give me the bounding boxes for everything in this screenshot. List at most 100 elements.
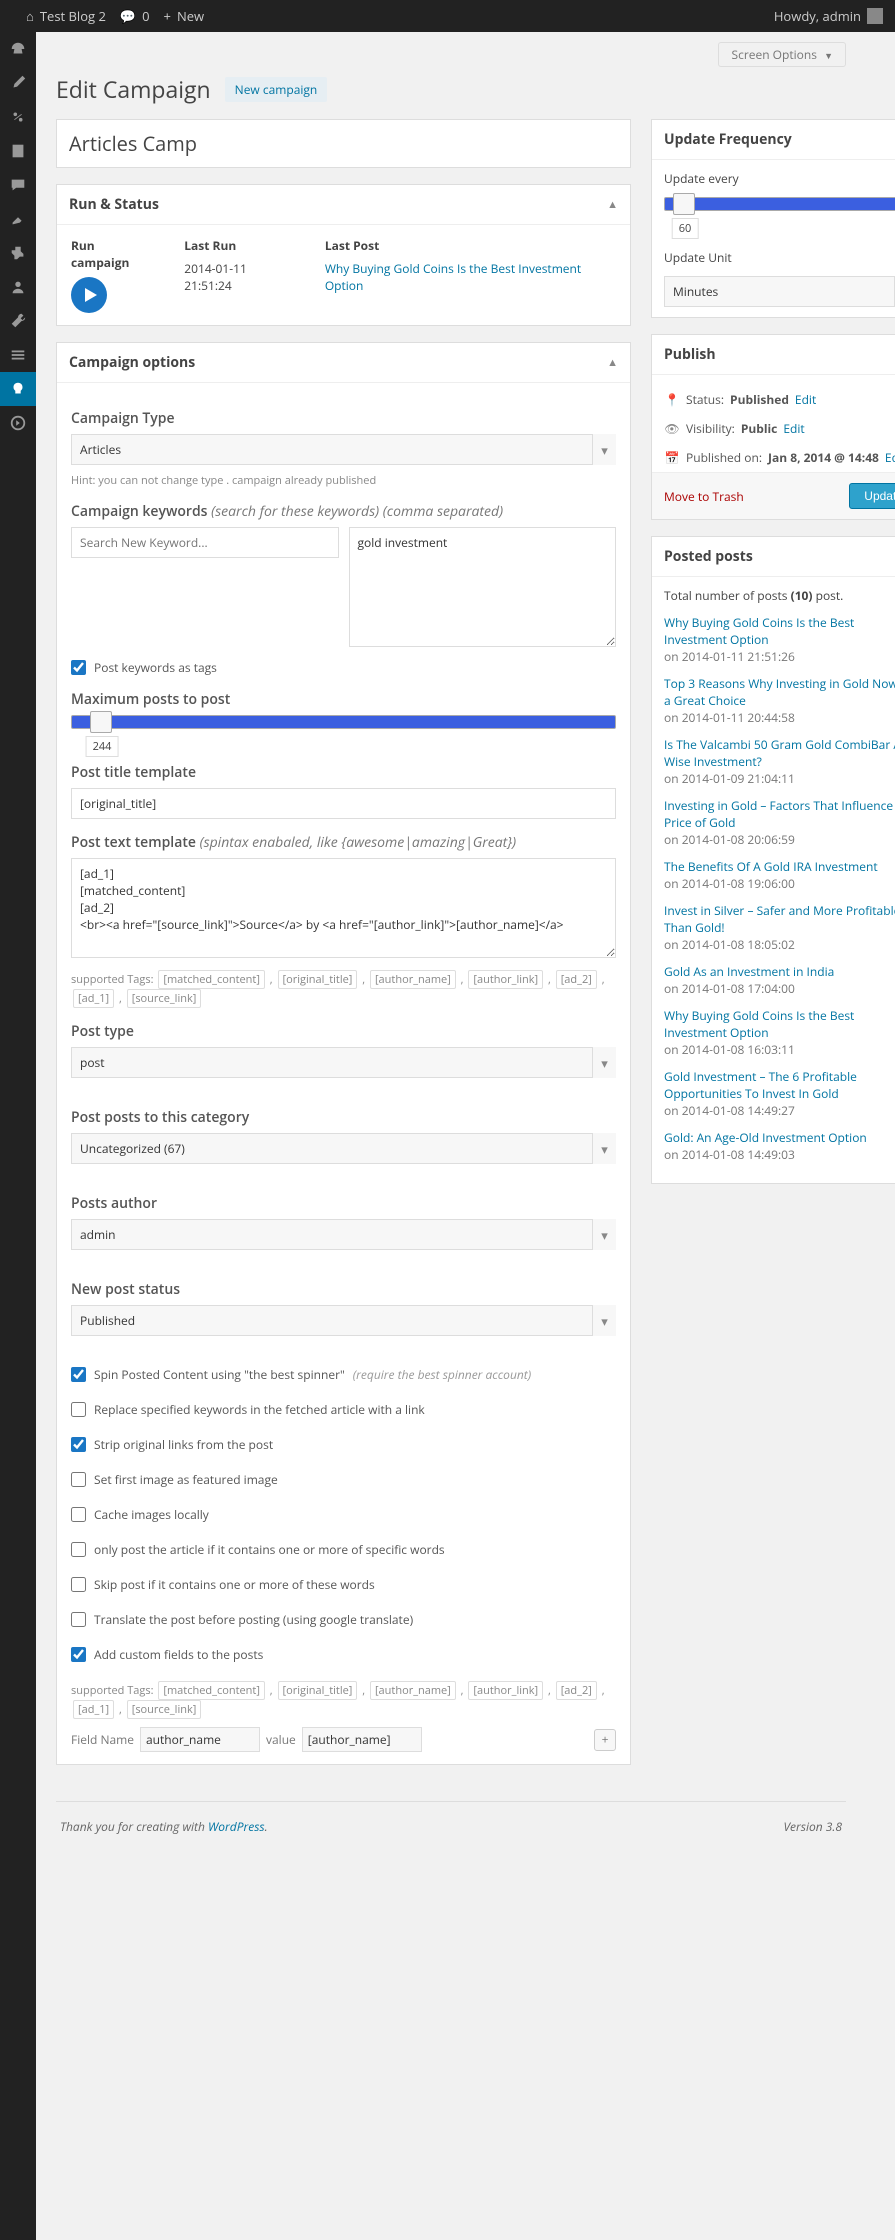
- tag-chip[interactable]: [source_link]: [127, 1700, 202, 1719]
- update-unit-select[interactable]: Minutes ▾: [664, 276, 895, 307]
- category-select[interactable]: Uncategorized (67) ▾: [71, 1133, 616, 1164]
- cf-field-name-input[interactable]: [140, 1727, 260, 1752]
- edit-status-link[interactable]: Edit: [795, 391, 816, 408]
- cache-label: Cache images locally: [94, 1506, 209, 1523]
- account-link[interactable]: Howdy, admin: [774, 0, 883, 32]
- menu-plugins-icon[interactable]: [0, 236, 36, 270]
- customfields-checkbox[interactable]: Add custom fields to the posts: [71, 1646, 616, 1663]
- menu-media-icon[interactable]: [0, 100, 36, 134]
- run-status-heading[interactable]: Run & Status ▲: [57, 185, 630, 225]
- cf-value-input[interactable]: [302, 1727, 422, 1752]
- menu-collapse-icon[interactable]: [0, 406, 36, 440]
- text-template-input[interactable]: [ad_1] [matched_content] [ad_2] <br><a h…: [71, 858, 616, 958]
- cache-input[interactable]: [71, 1507, 86, 1522]
- campaign-title-input[interactable]: Articles Camp: [56, 119, 631, 168]
- wordpress-link[interactable]: WordPress: [208, 1818, 265, 1835]
- tag-chip[interactable]: [source_link]: [127, 989, 202, 1008]
- tag-chip[interactable]: [original_title]: [278, 1681, 358, 1700]
- replace-input[interactable]: [71, 1402, 86, 1417]
- skip-input[interactable]: [71, 1577, 86, 1592]
- publish-box: Publish ▲ 📍 Status: Published Edit 👁 Vis…: [651, 334, 895, 520]
- post-keywords-tags-label: Post keywords as tags: [94, 659, 217, 676]
- skip-checkbox[interactable]: Skip post if it contains one or more of …: [71, 1576, 616, 1593]
- onlypost-checkbox[interactable]: only post the article if it contains one…: [71, 1541, 616, 1558]
- add-custom-field-button[interactable]: +: [594, 1729, 616, 1751]
- posted-post-link[interactable]: Gold As an Investment in India: [664, 963, 834, 980]
- strip-input[interactable]: [71, 1437, 86, 1452]
- menu-tools-icon[interactable]: [0, 304, 36, 338]
- edit-date-link[interactable]: Edit: [885, 449, 895, 466]
- translate-checkbox[interactable]: Translate the post before posting (using…: [71, 1611, 616, 1628]
- posted-post-link[interactable]: Gold: An Age-Old Investment Option: [664, 1129, 867, 1146]
- menu-settings-icon[interactable]: [0, 338, 36, 372]
- site-link[interactable]: ⌂ Test Blog 2: [26, 0, 106, 32]
- cache-checkbox[interactable]: Cache images locally: [71, 1506, 616, 1523]
- posted-post-link[interactable]: Invest in Silver – Safer and More Profit…: [664, 902, 895, 936]
- howdy-text: Howdy, admin: [774, 0, 861, 32]
- tag-chip[interactable]: [matched_content]: [158, 1681, 265, 1700]
- spin-checkbox[interactable]: Spin Posted Content using "the best spin…: [71, 1366, 616, 1383]
- posted-posts-heading[interactable]: Posted posts ▲: [652, 537, 895, 577]
- posted-post-link[interactable]: Gold Investment – The 6 Profitable Oppor…: [664, 1068, 857, 1102]
- posted-post-link[interactable]: Why Buying Gold Coins Is the Best Invest…: [664, 614, 854, 648]
- keyword-search-input[interactable]: [71, 527, 339, 558]
- slider-handle[interactable]: [90, 711, 112, 733]
- featured-input[interactable]: [71, 1472, 86, 1487]
- post-keywords-tags-checkbox[interactable]: Post keywords as tags: [71, 659, 616, 676]
- comments-link[interactable]: 💬 0: [120, 0, 150, 32]
- menu-dashboard-icon[interactable]: [0, 32, 36, 66]
- posted-post-link[interactable]: Why Buying Gold Coins Is the Best Invest…: [664, 1007, 854, 1041]
- posted-post-link[interactable]: The Benefits Of A Gold IRA Investment: [664, 858, 878, 875]
- tag-chip[interactable]: [author_name]: [370, 970, 456, 989]
- replace-checkbox[interactable]: Replace specified keywords in the fetche…: [71, 1401, 616, 1418]
- new-content-link[interactable]: + New: [164, 0, 205, 32]
- menu-pages-icon[interactable]: [0, 134, 36, 168]
- tag-chip[interactable]: [author_link]: [468, 1681, 543, 1700]
- author-label: Posts author: [71, 1194, 616, 1213]
- tag-chip[interactable]: [ad_2]: [556, 970, 597, 989]
- new-status-select[interactable]: Published ▾: [71, 1305, 616, 1336]
- tag-chip[interactable]: [ad_1]: [73, 989, 114, 1008]
- menu-posts-icon[interactable]: [0, 66, 36, 100]
- tag-chip[interactable]: [original_title]: [278, 970, 358, 989]
- menu-appearance-icon[interactable]: [0, 202, 36, 236]
- translate-input[interactable]: [71, 1612, 86, 1627]
- onlypost-input[interactable]: [71, 1542, 86, 1557]
- edit-visibility-link[interactable]: Edit: [783, 420, 804, 437]
- tag-chip[interactable]: [ad_1]: [73, 1700, 114, 1719]
- customfields-input[interactable]: [71, 1647, 86, 1662]
- posted-post-link[interactable]: Top 3 Reasons Why Investing in Gold Now …: [664, 675, 895, 709]
- posted-post-link[interactable]: Is The Valcambi 50 Gram Gold CombiBar A …: [664, 736, 895, 770]
- posted-post-item: Why Buying Gold Coins Is the Best Invest…: [664, 1007, 895, 1058]
- slider-handle[interactable]: [673, 193, 695, 215]
- tag-chip[interactable]: [author_name]: [370, 1681, 456, 1700]
- text-template-label: Post text template (spintax enabaled, li…: [71, 833, 616, 852]
- keywords-textarea[interactable]: gold investment: [349, 527, 617, 647]
- tag-chip[interactable]: [matched_content]: [158, 970, 265, 989]
- move-to-trash-link[interactable]: Move to Trash: [664, 488, 744, 505]
- title-template-input[interactable]: [71, 788, 616, 819]
- author-select[interactable]: admin ▾: [71, 1219, 616, 1250]
- menu-users-icon[interactable]: [0, 270, 36, 304]
- update-every-slider[interactable]: 60: [664, 197, 895, 211]
- campaign-options-heading[interactable]: Campaign options ▲: [57, 343, 630, 383]
- menu-campaign-icon[interactable]: [0, 372, 36, 406]
- screen-options-toggle[interactable]: Screen Options ▼: [718, 42, 846, 67]
- run-campaign-button[interactable]: [71, 277, 107, 313]
- publish-heading[interactable]: Publish ▲: [652, 335, 895, 375]
- new-campaign-button[interactable]: New campaign: [225, 77, 328, 102]
- featured-checkbox[interactable]: Set first image as featured image: [71, 1471, 616, 1488]
- strip-checkbox[interactable]: Strip original links from the post: [71, 1436, 616, 1453]
- max-posts-slider[interactable]: 244: [71, 715, 616, 729]
- tag-chip[interactable]: [ad_2]: [556, 1681, 597, 1700]
- update-frequency-heading[interactable]: Update Frequency ▲: [652, 120, 895, 160]
- posted-post-link[interactable]: Investing in Gold – Factors That Influen…: [664, 797, 895, 831]
- post-type-select[interactable]: post ▾: [71, 1047, 616, 1078]
- menu-comments-icon[interactable]: [0, 168, 36, 202]
- spin-input[interactable]: [71, 1367, 86, 1382]
- tag-chip[interactable]: [author_link]: [468, 970, 543, 989]
- campaign-type-select[interactable]: Articles ▾: [71, 434, 616, 465]
- update-button[interactable]: Update: [849, 483, 895, 509]
- post-keywords-tags-input[interactable]: [71, 660, 86, 675]
- last-post-link[interactable]: Why Buying Gold Coins Is the Best Invest…: [325, 260, 581, 294]
